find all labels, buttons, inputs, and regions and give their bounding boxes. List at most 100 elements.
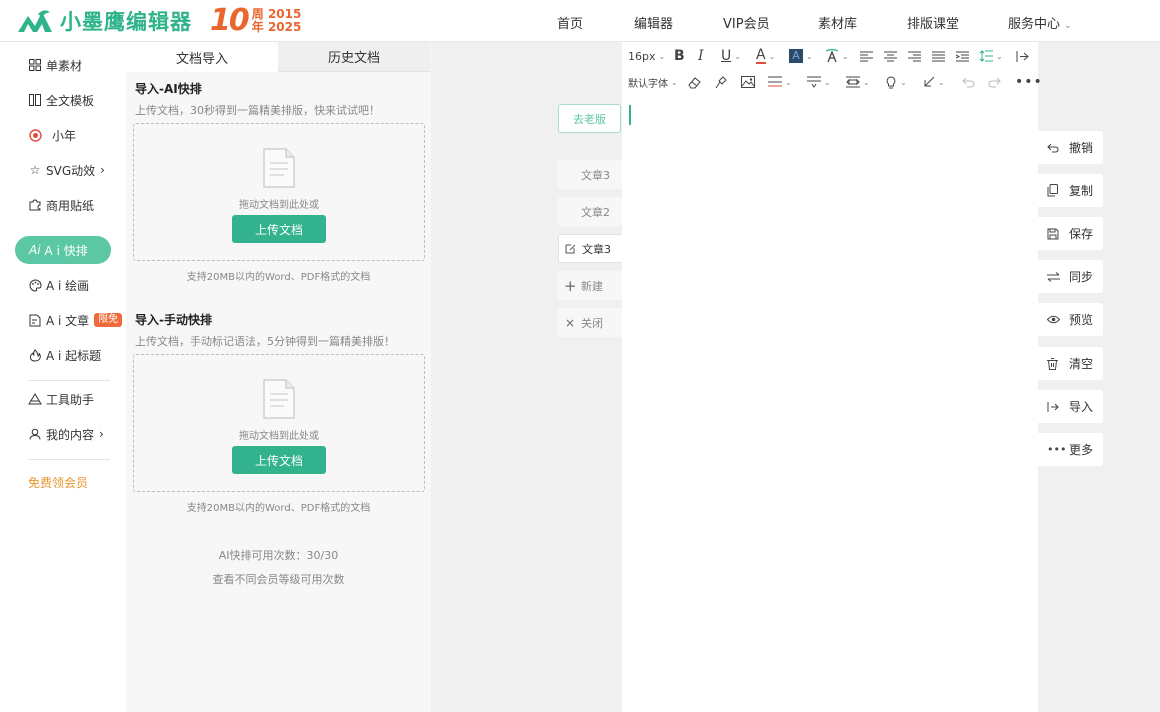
undo-label: 撤销: [1069, 141, 1094, 155]
support-note: 支持20MB以内的Word、PDF格式的文档: [186, 503, 371, 514]
preview-button[interactable]: 预览: [1038, 303, 1103, 336]
nav-service-center[interactable]: 服务中心 ⌄: [1008, 13, 1072, 32]
more-icon: •••: [1047, 443, 1067, 456]
format-painter-icon[interactable]: [714, 69, 727, 95]
document-icon: [263, 148, 295, 188]
align-right-icon[interactable]: [908, 43, 921, 69]
new-doc-label: 新建: [581, 279, 603, 293]
sidebar-item-ai-title[interactable]: A i 起标题: [28, 345, 101, 365]
old-version-button[interactable]: 去老版: [558, 104, 621, 133]
tab-history-documents[interactable]: 历史文档: [278, 42, 430, 72]
sidebar-item-label: A i 绘画: [46, 278, 90, 293]
text-cursor: [629, 105, 631, 125]
nav-vip[interactable]: VIP会员: [723, 13, 770, 32]
undo-icon[interactable]: [962, 69, 975, 95]
sidebar-item-full-template[interactable]: 全文模板: [28, 90, 94, 110]
align-justify-icon[interactable]: [932, 43, 945, 69]
sync-button[interactable]: 同步: [1038, 260, 1103, 293]
indent-icon[interactable]: [956, 43, 969, 69]
editor-canvas[interactable]: 16px ⌄ B I U ⌄ A ⌄ A ⌄ ⌄ ⌄ 默认字体 ⌄ ⌄ ⌄ ⌄ ⌄ ⌄ •…: [622, 42, 1042, 712]
new-doc-button[interactable]: + 新建: [558, 271, 622, 300]
italic-icon[interactable]: I: [698, 43, 704, 69]
left-sidebar: 单素材 全文模板 小年 ☆ SVG动效 › 商用贴纸 Ai A i 快排 A i…: [0, 42, 126, 712]
sidebar-item-svg-effects[interactable]: ☆ SVG动效 ›: [28, 160, 105, 180]
divider-insert-icon[interactable]: ⌄: [768, 69, 792, 95]
eraser-icon[interactable]: [688, 69, 701, 95]
close-icon: ×: [564, 315, 576, 330]
chevron-down-icon: ⌄: [938, 77, 945, 87]
exit-icon[interactable]: [1016, 43, 1029, 69]
more-button[interactable]: ••• 更多: [1038, 433, 1103, 466]
chevron-down-icon: ⌄: [824, 77, 831, 87]
font-color-icon[interactable]: A ⌄: [756, 43, 775, 69]
sidebar-item-ai-layout[interactable]: Ai A i 快排: [15, 236, 111, 264]
nav-editor[interactable]: 编辑器: [634, 13, 673, 32]
close-doc-button[interactable]: × 关闭: [558, 308, 622, 337]
chevron-down-icon: ⌄: [900, 77, 907, 87]
upload-document-button[interactable]: 上传文档: [232, 215, 326, 243]
toolbar-row-2: 默认字体 ⌄ ⌄ ⌄ ⌄ ⌄ ⌄ •••: [622, 69, 1042, 95]
chevron-down-icon: ⌄: [768, 51, 776, 61]
import-button[interactable]: 导入: [1038, 390, 1103, 423]
document-icon: [263, 379, 295, 419]
font-family-select[interactable]: 默认字体 ⌄: [628, 69, 678, 95]
ai-dropzone[interactable]: 拖动文档到此处或 上传文档: [133, 123, 425, 261]
redo-icon[interactable]: [988, 69, 1001, 95]
free-vip-link[interactable]: 免费领会员: [28, 474, 88, 491]
sidebar-item-ai-drawing[interactable]: A i 绘画: [28, 275, 89, 295]
sidebar-item-xiaonian[interactable]: 小年: [28, 125, 76, 145]
ruler-icon: [28, 392, 42, 406]
chevron-down-icon: ⌄: [1064, 21, 1072, 31]
panel-tabs: 文档导入 历史文档: [126, 42, 431, 72]
sidebar-item-stickers[interactable]: 商用贴纸: [28, 195, 94, 215]
image-icon[interactable]: [741, 69, 755, 95]
manual-import-title: 导入-手动快排: [135, 313, 212, 327]
clear-button[interactable]: 清空: [1038, 347, 1103, 380]
chevron-right-icon: ›: [100, 163, 105, 177]
sidebar-item-ai-article[interactable]: A i 文章 限免: [28, 310, 123, 330]
nav-classroom[interactable]: 排版课堂: [907, 13, 959, 32]
save-button[interactable]: 保存: [1038, 217, 1103, 250]
manual-dropzone[interactable]: 拖动文档到此处或 上传文档: [133, 354, 425, 492]
nav-materials[interactable]: 素材库: [818, 13, 857, 32]
letter-spacing-icon[interactable]: ⌄: [846, 69, 870, 95]
align-left-icon[interactable]: [860, 43, 873, 69]
top-nav: 首页 编辑器 VIP会员 素材库 排版课堂 服务中心 ⌄: [0, 0, 1160, 42]
ai-quota: AI快排可用次数：30/30: [126, 547, 431, 563]
font-size-value: 16px: [628, 49, 656, 63]
sidebar-divider: [28, 459, 110, 460]
sidebar-item-single-material[interactable]: 单素材: [28, 55, 82, 75]
copy-button[interactable]: 复制: [1038, 174, 1103, 207]
ai-quota-label: AI快排可用次数：: [218, 549, 307, 562]
save-label: 保存: [1069, 227, 1094, 241]
palette-icon: [28, 278, 42, 292]
line-height-icon[interactable]: ⌄: [980, 43, 1003, 69]
lightbulb-icon[interactable]: ⌄: [885, 69, 907, 95]
upload-document-button[interactable]: 上传文档: [232, 446, 326, 474]
tab-document-import[interactable]: 文档导入: [126, 42, 278, 72]
chevron-down-icon: ⌄: [658, 51, 666, 61]
doc-tab[interactable]: 文章2: [558, 197, 622, 226]
nav-home[interactable]: 首页: [557, 13, 583, 32]
undo-button[interactable]: 撤销: [1038, 131, 1103, 164]
bold-icon[interactable]: B: [674, 43, 685, 69]
text-effect-icon[interactable]: ⌄: [825, 43, 849, 69]
font-size-select[interactable]: 16px ⌄: [628, 43, 665, 69]
quota-levels-link[interactable]: 查看不同会员等级可用次数: [126, 571, 431, 587]
underline-icon[interactable]: U ⌄: [721, 43, 741, 69]
doc-tab-active[interactable]: 文章3: [558, 234, 622, 263]
paragraph-spacing-icon[interactable]: ⌄: [807, 69, 831, 95]
drop-text: 拖动文档到此处或: [239, 431, 319, 442]
sidebar-item-my-content[interactable]: 我的内容 ›: [28, 424, 104, 444]
sidebar-item-label: SVG动效: [46, 163, 96, 178]
ai-icon: Ai: [29, 243, 41, 257]
trash-icon: [1047, 357, 1061, 370]
copy-label: 复制: [1069, 184, 1094, 198]
arrow-down-left-icon[interactable]: ⌄: [923, 69, 945, 95]
flame-icon: [28, 348, 42, 362]
doc-tab[interactable]: 文章3: [558, 160, 622, 189]
chevron-right-icon: ›: [99, 427, 104, 441]
align-center-icon[interactable]: [884, 43, 897, 69]
sidebar-item-tools[interactable]: 工具助手: [28, 389, 94, 409]
background-color-icon[interactable]: A ⌄: [789, 43, 813, 69]
